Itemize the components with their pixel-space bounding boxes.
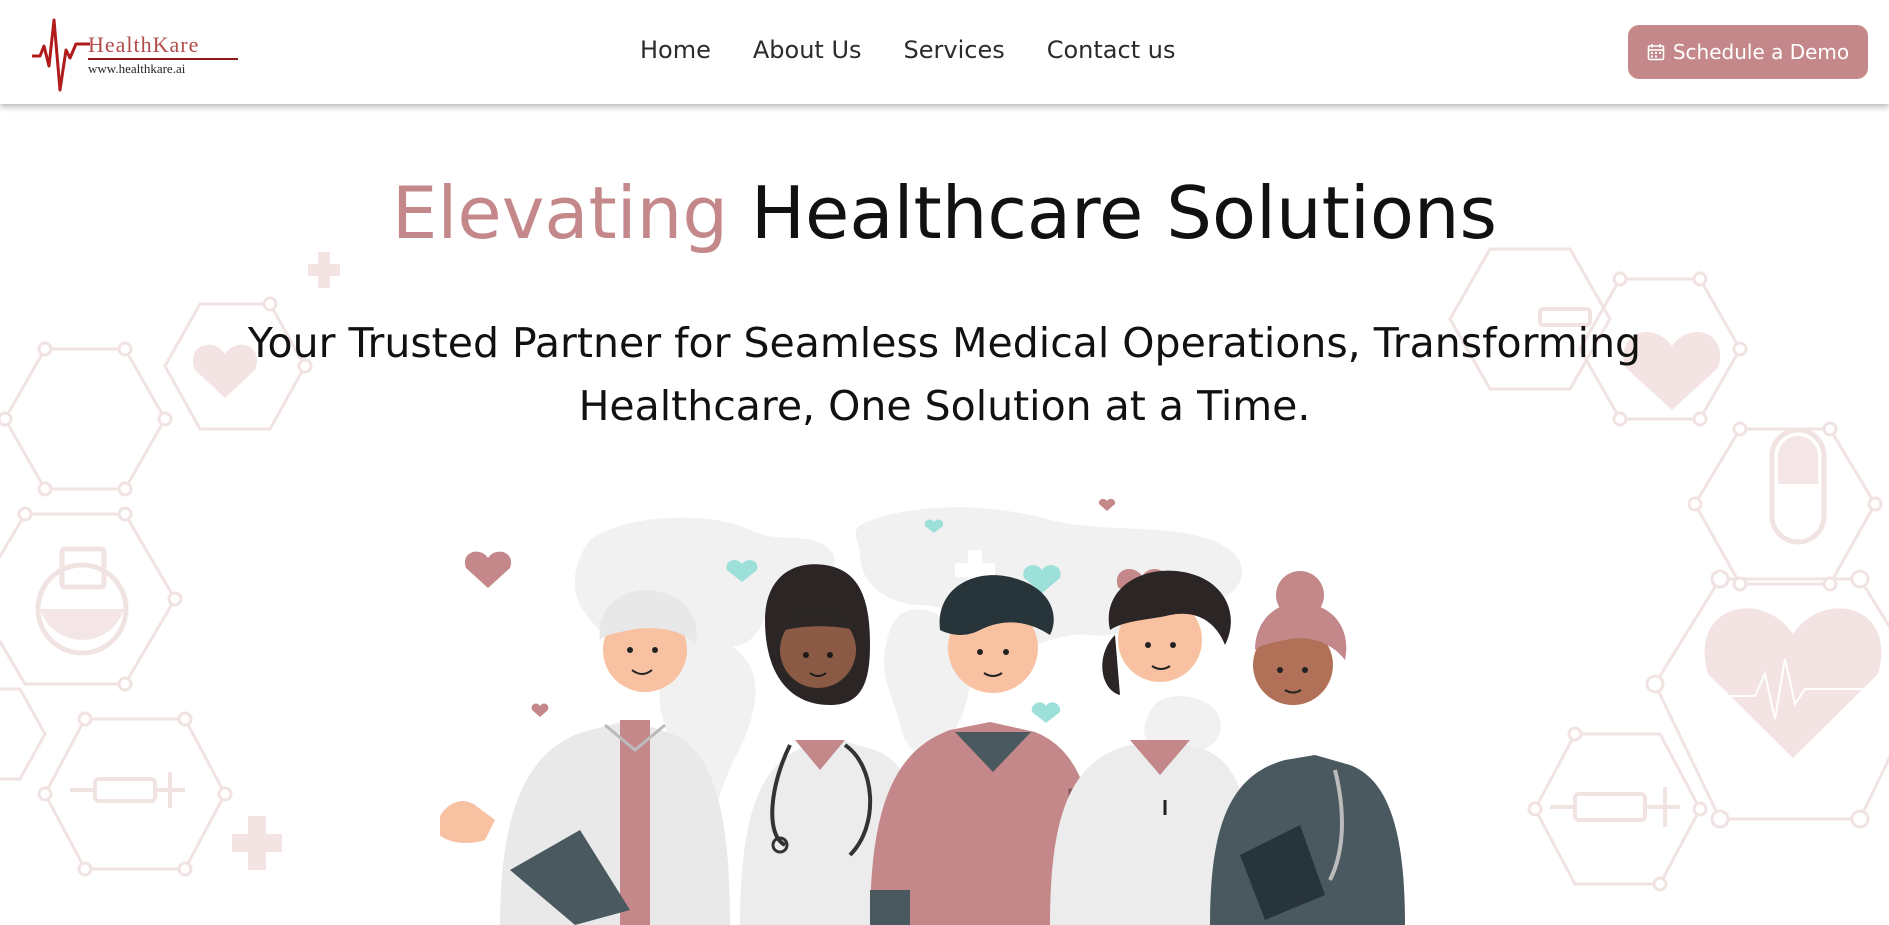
nav-home[interactable]: Home	[640, 32, 711, 68]
logo-divider	[88, 58, 238, 60]
capsule-icon	[1769, 427, 1827, 545]
main-nav: Home About Us Services Contact us	[640, 32, 1175, 68]
healthkare-logo[interactable]: HealthKare www.healthkare.ai	[32, 10, 238, 96]
cross-icon	[232, 816, 282, 870]
nav-about-us[interactable]: About Us	[753, 32, 862, 68]
hero-subtitle: Your Trusted Partner for Seamless Medica…	[247, 319, 1642, 430]
logo-url-text: www.healthkare.ai	[88, 61, 186, 76]
medical-team-illustration	[440, 498, 1405, 925]
schedule-demo-button[interactable]: Schedule a Demo	[1628, 25, 1868, 79]
nav-services[interactable]: Services	[904, 32, 1005, 68]
doctor-figure-5	[1210, 571, 1405, 925]
calendar-icon	[1647, 44, 1665, 61]
site-header: HealthKare www.healthkare.ai Home About …	[0, 0, 1889, 104]
hero-title-rest: Healthcare Solutions	[750, 171, 1498, 255]
logo-wordmark: HealthKare	[88, 32, 200, 57]
syringe-icon	[70, 772, 185, 808]
hero-title-accent: Elevating	[391, 171, 729, 255]
heartbeat-logo-icon	[32, 18, 90, 92]
hero-title: Elevating Healthcare Solutions	[0, 168, 1889, 258]
heart-icon	[1704, 608, 1882, 758]
schedule-demo-label: Schedule a Demo	[1672, 40, 1850, 64]
nav-contact-us[interactable]: Contact us	[1047, 32, 1176, 68]
